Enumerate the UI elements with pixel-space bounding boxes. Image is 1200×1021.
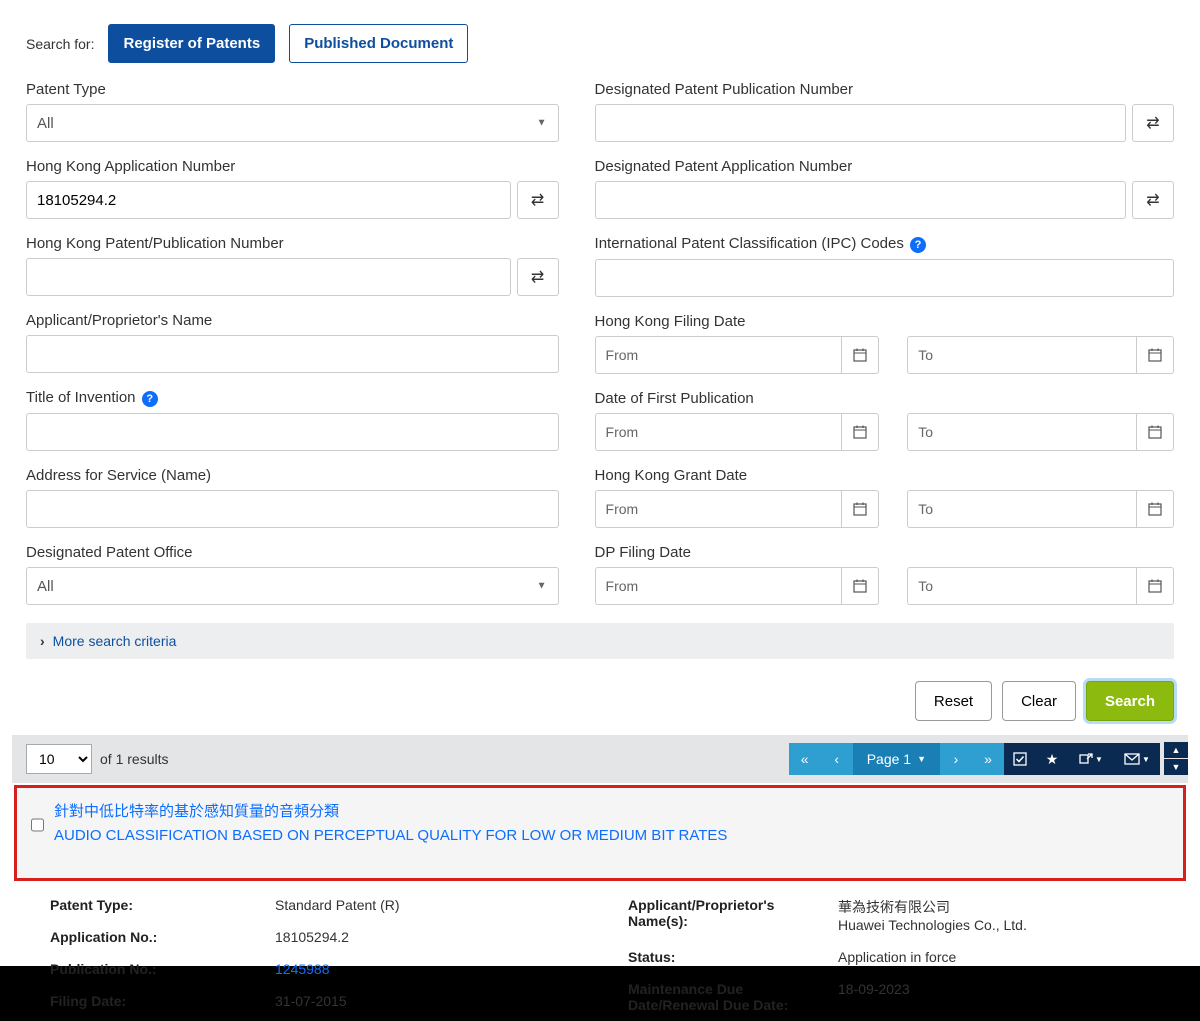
calendar-icon[interactable] [841, 490, 879, 528]
hk-pub-no-label: Hong Kong Patent/Publication Number [26, 235, 559, 252]
per-page-select[interactable]: 10 [26, 744, 92, 774]
dp-app-no-label: Designated Patent Application Number [595, 158, 1174, 175]
detail-status-value: Application in force [838, 949, 1162, 965]
favorite-button[interactable]: ★ [1036, 743, 1068, 775]
calendar-icon[interactable] [841, 413, 879, 451]
to-label: To [907, 336, 943, 374]
detail-maint-label: Maintenance Due Date/Renewal Due Date: [628, 981, 838, 1013]
hk-grant-from-input[interactable] [648, 490, 841, 528]
applicant-name-input[interactable] [26, 335, 559, 373]
scroll-down-button[interactable]: ▼ [1164, 759, 1188, 775]
first-pub-to-input[interactable] [943, 413, 1136, 451]
calendar-icon[interactable] [841, 336, 879, 374]
calendar-icon[interactable] [1136, 413, 1174, 451]
to-label: To [907, 567, 943, 605]
from-label: From [595, 567, 649, 605]
select-all-button[interactable] [1004, 743, 1036, 775]
hk-grant-label: Hong Kong Grant Date [595, 467, 1174, 484]
hk-pub-no-input[interactable] [26, 258, 511, 296]
caret-icon: ▼ [1142, 755, 1150, 764]
patent-type-select[interactable]: All [26, 104, 559, 142]
more-search-criteria[interactable]: › More search criteria [26, 623, 1174, 659]
ipc-label: International Patent Classification (IPC… [595, 235, 1174, 253]
swap-button[interactable]: ⇄ [1132, 181, 1174, 219]
detail-filing-label: Filing Date: [50, 993, 275, 1009]
title-invention-label: Title of Invention ? [26, 389, 559, 407]
title-invention-input[interactable] [26, 413, 559, 451]
calendar-icon[interactable] [1136, 490, 1174, 528]
last-page-button[interactable]: » [972, 743, 1004, 775]
results-count-text: of 1 results [100, 751, 168, 767]
caret-icon: ▼ [917, 754, 926, 764]
result-checkbox[interactable] [31, 802, 44, 848]
from-label: From [595, 490, 649, 528]
hk-grant-to-input[interactable] [943, 490, 1136, 528]
hk-app-no-input[interactable] [26, 181, 511, 219]
to-label: To [907, 490, 943, 528]
reset-button[interactable]: Reset [915, 681, 992, 721]
hk-app-no-label: Hong Kong Application Number [26, 158, 559, 175]
more-criteria-label: More search criteria [53, 633, 177, 649]
to-label: To [907, 413, 943, 451]
patent-type-label: Patent Type [26, 81, 559, 98]
detail-patent-type-value: Standard Patent (R) [275, 897, 584, 913]
scroll-up-button[interactable]: ▲ [1164, 742, 1188, 758]
tab-published-document[interactable]: Published Document [289, 24, 468, 63]
swap-button[interactable]: ⇄ [517, 181, 559, 219]
address-service-label: Address for Service (Name) [26, 467, 559, 484]
from-label: From [595, 336, 649, 374]
ipc-input[interactable] [595, 259, 1174, 297]
from-label: From [595, 413, 649, 451]
address-service-input[interactable] [26, 490, 559, 528]
first-page-button[interactable]: « [789, 743, 821, 775]
detail-applicant-value: 華為技術有限公司Huawei Technologies Co., Ltd. [838, 897, 1162, 933]
search-for-label: Search for: [26, 36, 94, 52]
dpo-select[interactable]: All [26, 567, 559, 605]
result-title-zh[interactable]: 針對中低比特率的基於感知質量的音頻分類 [54, 800, 727, 824]
email-button[interactable]: ▼ [1114, 743, 1160, 775]
dp-pub-no-input[interactable] [595, 104, 1126, 142]
help-icon[interactable]: ? [142, 391, 158, 407]
caret-icon: ▼ [1095, 755, 1103, 764]
detail-status-label: Status: [628, 949, 838, 965]
calendar-icon[interactable] [841, 567, 879, 605]
swap-button[interactable]: ⇄ [517, 258, 559, 296]
swap-button[interactable]: ⇄ [1132, 104, 1174, 142]
hk-filing-to-input[interactable] [943, 336, 1136, 374]
detail-applicant-label: Applicant/Proprietor's Name(s): [628, 897, 838, 933]
dp-filing-label: DP Filing Date [595, 544, 1174, 561]
first-pub-label: Date of First Publication [595, 390, 1174, 407]
applicant-name-label: Applicant/Proprietor's Name [26, 312, 559, 329]
calendar-icon[interactable] [1136, 336, 1174, 374]
dpo-label: Designated Patent Office [26, 544, 559, 561]
prev-page-button[interactable]: ‹ [821, 743, 853, 775]
next-page-button[interactable]: › [940, 743, 972, 775]
dp-filing-from-input[interactable] [648, 567, 841, 605]
clear-button[interactable]: Clear [1002, 681, 1076, 721]
detail-pub-no-label: Publication No.: [50, 961, 275, 977]
detail-filing-value: 31-07-2015 [275, 993, 584, 1009]
result-item: 針對中低比特率的基於感知質量的音頻分類 AUDIO CLASSIFICATION… [14, 785, 1186, 881]
detail-app-no-value: 18105294.2 [275, 929, 584, 945]
dp-app-no-input[interactable] [595, 181, 1126, 219]
dp-filing-to-input[interactable] [943, 567, 1136, 605]
detail-app-no-label: Application No.: [50, 929, 275, 945]
detail-pub-no-link[interactable]: 1245988 [275, 961, 330, 977]
tab-register-patents[interactable]: Register of Patents [108, 24, 275, 63]
detail-maint-value: 18-09-2023 [838, 981, 1162, 1013]
detail-patent-type-label: Patent Type: [50, 897, 275, 913]
chevron-right-icon: › [40, 633, 45, 649]
first-pub-from-input[interactable] [648, 413, 841, 451]
share-button[interactable]: ▼ [1068, 743, 1114, 775]
search-button[interactable]: Search [1086, 681, 1174, 721]
calendar-icon[interactable] [1136, 567, 1174, 605]
page-dropdown[interactable]: Page 1 ▼ [853, 743, 940, 775]
hk-filing-label: Hong Kong Filing Date [595, 313, 1174, 330]
result-title-en[interactable]: AUDIO CLASSIFICATION BASED ON PERCEPTUAL… [54, 824, 727, 848]
help-icon[interactable]: ? [910, 237, 926, 253]
hk-filing-from-input[interactable] [648, 336, 841, 374]
dp-pub-no-label: Designated Patent Publication Number [595, 81, 1174, 98]
